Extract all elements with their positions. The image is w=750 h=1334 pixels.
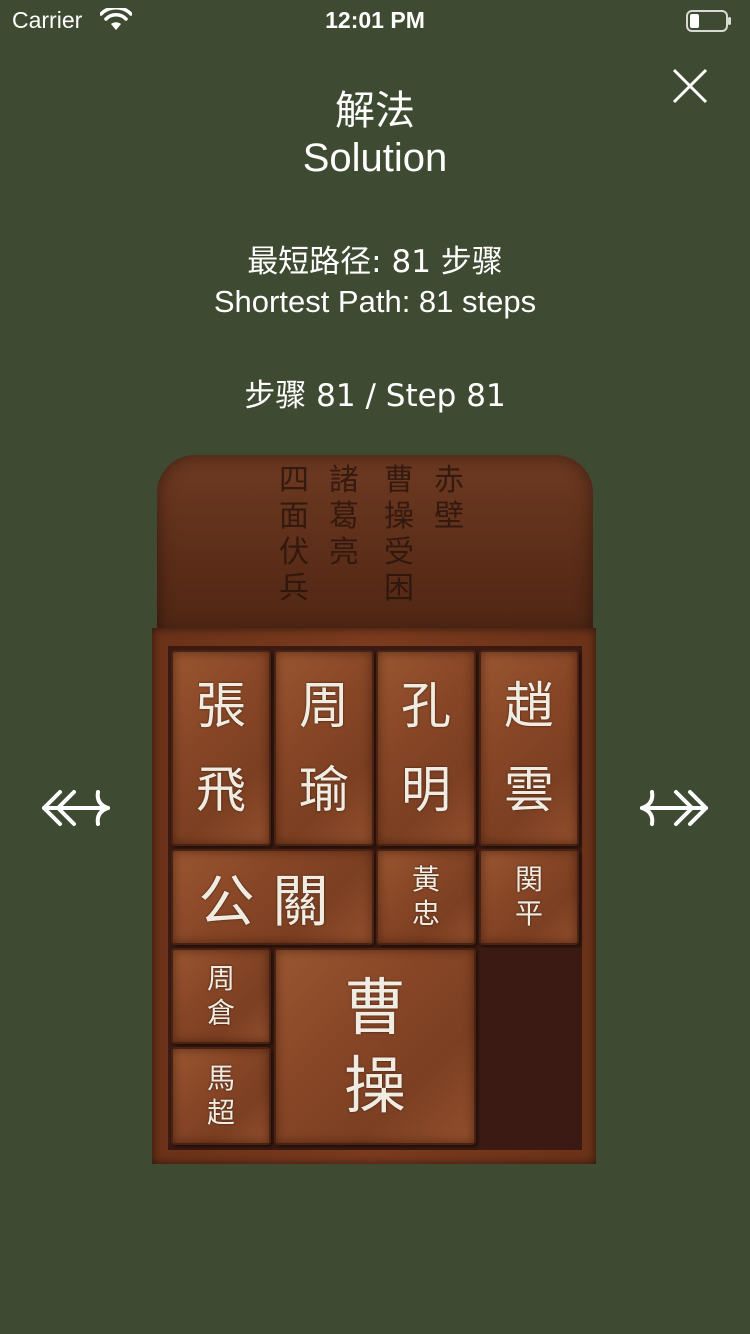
tile-huang-zhong[interactable]: 黃 忠 <box>376 849 476 945</box>
tile-guan-gong[interactable]: 公關 <box>171 849 374 945</box>
tile-label: 孔 明 <box>401 677 451 819</box>
tile-label: 周 倉 <box>206 962 235 1029</box>
tile-ma-chao[interactable]: 馬 超 <box>171 1047 271 1145</box>
double-arrow-left-icon[interactable] <box>38 786 114 830</box>
tile-label: 黃 忠 <box>411 863 440 930</box>
tile-label: 関 平 <box>514 863 543 930</box>
shortest-path-english: Shortest Path: 81 steps <box>213 284 537 319</box>
tile-cao-cao[interactable]: 曹 操 <box>274 948 476 1145</box>
double-arrow-right-icon[interactable] <box>636 786 712 830</box>
tile-label: 公關 <box>198 869 347 935</box>
battery-icon <box>686 10 731 32</box>
tile-zhou-yu[interactable]: 周 瑜 <box>274 650 374 846</box>
tile-zhang-fei[interactable]: 張 飛 <box>171 650 271 846</box>
inscription-column: 四面伏兵 <box>279 463 309 606</box>
step-counter: 步骤 81 / Step 81 <box>244 378 506 414</box>
tile-label: 周 瑜 <box>299 677 349 819</box>
tile-kong-ming[interactable]: 孔 明 <box>376 650 476 846</box>
empty-slot <box>480 948 580 1146</box>
tile-zhou-cang[interactable]: 周 倉 <box>171 948 271 1044</box>
inscription-column: 諸葛亮 <box>329 463 359 570</box>
inscription-column: 曹操受困 <box>384 463 414 606</box>
title-chinese: 解法 <box>335 88 415 134</box>
tile-label: 曹 操 <box>343 970 406 1122</box>
shortest-path-chinese: 最短路径: 81 步骤 <box>247 244 503 280</box>
status-time: 12:01 PM <box>325 7 425 33</box>
tile-guan-ping[interactable]: 関 平 <box>479 849 579 945</box>
status-bar: Carrier 12:01 PM <box>0 0 750 40</box>
tile-label: 趙 雲 <box>504 677 554 819</box>
title-english: Solution <box>302 136 448 180</box>
board-header-inscription: 四面伏兵 諸葛亮 曹操受困 赤壁 <box>157 455 593 635</box>
tile-zhao-yun[interactable]: 趙 雲 <box>479 650 579 846</box>
tile-label: 張 飛 <box>196 677 246 819</box>
tile-label: 馬 超 <box>206 1062 235 1129</box>
inscription-column: 赤壁 <box>434 463 464 534</box>
